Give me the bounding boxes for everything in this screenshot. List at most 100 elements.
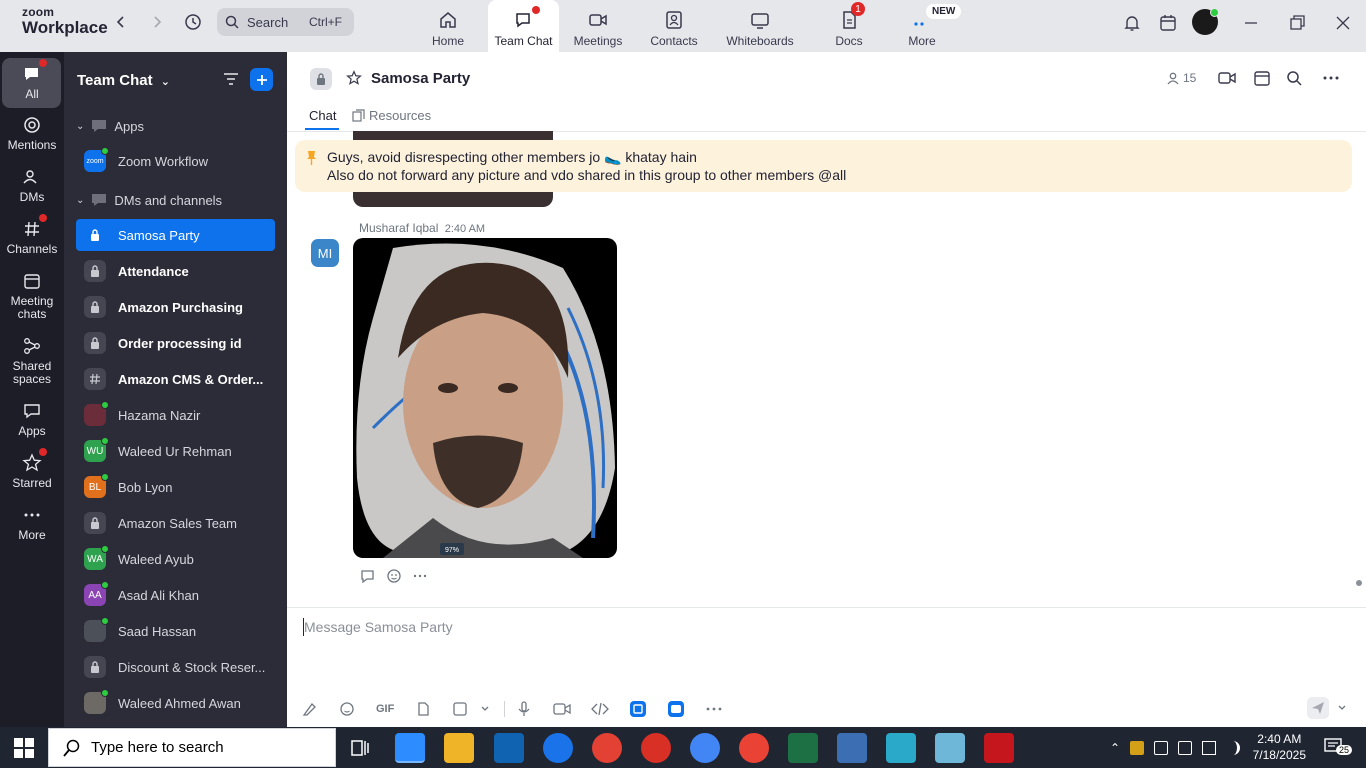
restore-button[interactable] (1288, 14, 1306, 32)
file-icon[interactable] (415, 701, 431, 717)
search-box[interactable]: Search Ctrl+F (217, 8, 354, 36)
battery-icon[interactable] (1178, 741, 1193, 755)
minimize-button[interactable] (1242, 14, 1260, 32)
sidebar-item[interactable]: AA Asad Ali Khan (76, 579, 275, 611)
tab-meetings[interactable]: Meetings (570, 0, 626, 52)
chrome-profile-icon[interactable] (592, 733, 622, 763)
tab-docs[interactable]: 1 Docs (830, 0, 868, 52)
filezilla-icon[interactable] (984, 733, 1014, 763)
pinned-message[interactable]: Guys, avoid disrespecting other members … (295, 140, 1352, 192)
scrollbar-thumb[interactable] (1356, 580, 1362, 586)
screenshot-icon[interactable] (452, 701, 468, 717)
rail-meeting-chats[interactable]: Meeting chats (0, 271, 64, 321)
tab-home[interactable]: Home (424, 0, 472, 52)
rail-more[interactable]: More (0, 505, 64, 542)
app-icon[interactable] (886, 733, 916, 763)
rail-channels[interactable]: Channels (0, 214, 64, 256)
tab-contacts[interactable]: Contacts (647, 0, 701, 52)
more-options-icon[interactable] (1323, 70, 1339, 86)
history-button[interactable] (183, 12, 203, 32)
rail-shared-spaces[interactable]: Shared spaces (0, 336, 64, 386)
sidebar-item[interactable]: Amazon CMS & Order... (76, 363, 275, 395)
excel-icon[interactable] (788, 733, 818, 763)
video-call-icon[interactable] (1217, 69, 1237, 87)
notifications-icon[interactable]: 25 (1324, 737, 1352, 757)
format-icon[interactable] (302, 701, 318, 717)
search-icon[interactable] (1286, 70, 1302, 86)
zoom-app-icon[interactable] (668, 701, 684, 717)
rail-dms[interactable]: DMs (0, 167, 64, 204)
user-avatar[interactable] (1192, 8, 1219, 35)
members-button[interactable]: 15 (1167, 71, 1196, 85)
filter-icon[interactable] (222, 70, 240, 88)
reply-icon[interactable] (360, 568, 376, 584)
back-button[interactable] (111, 12, 131, 32)
network-icon[interactable] (1202, 741, 1217, 755)
section-dms-channels[interactable]: ⌄ DMs and channels (76, 192, 222, 208)
rail-all[interactable]: All (0, 58, 64, 108)
tray-app-icon[interactable] (1130, 741, 1145, 755)
more-icon[interactable] (412, 568, 428, 584)
rail-starred[interactable]: Starred (0, 448, 64, 490)
gif-button[interactable]: GIF (376, 701, 394, 717)
sidebar-item[interactable]: WU Waleed Ur Rehman (76, 435, 275, 467)
star-icon[interactable] (346, 70, 362, 86)
sidebar-item[interactable]: Amazon Purchasing (76, 291, 275, 323)
tab-whiteboards[interactable]: Whiteboards (722, 0, 798, 52)
sender-name[interactable]: Musharaf Iqbal (359, 221, 438, 235)
more-icon[interactable] (706, 701, 722, 717)
rail-mentions[interactable]: Mentions (0, 115, 64, 152)
shared-image[interactable]: 97% (353, 238, 617, 558)
sidebar-item[interactable]: Order processing id (76, 327, 275, 359)
tab-team-chat[interactable]: Team Chat (488, 0, 559, 52)
calendar-icon[interactable] (1159, 14, 1177, 32)
message-input[interactable]: Message Samosa Party (303, 614, 1343, 684)
tray-app-icon[interactable] (1154, 741, 1169, 755)
forward-button[interactable] (147, 12, 167, 32)
tab-chat[interactable]: Chat (305, 108, 339, 130)
sidebar-item[interactable]: Samosa Party (76, 219, 275, 251)
video-message-icon[interactable] (553, 701, 571, 717)
microphone-icon[interactable] (516, 701, 532, 717)
tab-more[interactable]: NEW More (900, 0, 962, 52)
emoji-reaction-icon[interactable] (386, 568, 402, 584)
sidebar-item[interactable]: Attendance (76, 255, 275, 287)
app-integration-icon[interactable] (630, 701, 646, 717)
chrome-profile-icon[interactable] (690, 733, 720, 763)
system-clock[interactable]: 2:40 AM 7/18/2025 (1253, 731, 1306, 763)
sidebar-item[interactable]: Saad Hassan (76, 615, 275, 647)
sidebar-item[interactable]: Hazama Nazir (76, 399, 275, 431)
chevron-down-icon[interactable] (1337, 703, 1347, 713)
close-button[interactable] (1334, 14, 1352, 32)
calculator-icon[interactable] (837, 733, 867, 763)
windows-start-icon[interactable] (14, 738, 34, 758)
channel-title[interactable]: Samosa Party (371, 70, 470, 87)
zoom-taskbar-icon[interactable] (395, 733, 425, 763)
code-snippet-icon[interactable] (591, 701, 609, 717)
app-icon[interactable] (935, 733, 965, 763)
file-explorer-icon[interactable] (444, 733, 474, 763)
schedule-icon[interactable] (1253, 69, 1271, 87)
sidebar-title[interactable]: Team Chat ⌄ (77, 72, 170, 89)
sidebar-item[interactable]: WA Waleed Ayub (76, 543, 275, 575)
send-button[interactable] (1307, 697, 1329, 719)
sidebar-item[interactable]: Discount & Stock Reser... (76, 651, 275, 683)
chrome-profile-icon[interactable] (641, 733, 671, 763)
sender-avatar[interactable]: MI (311, 239, 339, 267)
chevron-down-icon[interactable] (480, 701, 490, 717)
chevron-up-icon[interactable]: ⌃ (1110, 741, 1120, 755)
rail-apps[interactable]: Apps (0, 401, 64, 438)
bell-icon[interactable] (1123, 14, 1141, 32)
sidebar-item-zoom-workflow[interactable]: zoom Zoom Workflow (76, 145, 275, 177)
sidebar-item[interactable]: BL Bob Lyon (76, 471, 275, 503)
outlook-icon[interactable] (494, 733, 524, 763)
volume-icon[interactable] (1226, 741, 1241, 755)
taskbar-search[interactable]: Type here to search (48, 728, 336, 767)
tab-resources[interactable]: Resources (352, 108, 431, 123)
emoji-icon[interactable] (339, 701, 355, 717)
new-chat-button[interactable] (250, 68, 273, 91)
chrome-profile-icon[interactable] (739, 733, 769, 763)
task-view-icon[interactable] (350, 738, 370, 758)
chrome-icon[interactable] (543, 733, 573, 763)
section-apps[interactable]: ⌄ Apps (76, 118, 144, 134)
